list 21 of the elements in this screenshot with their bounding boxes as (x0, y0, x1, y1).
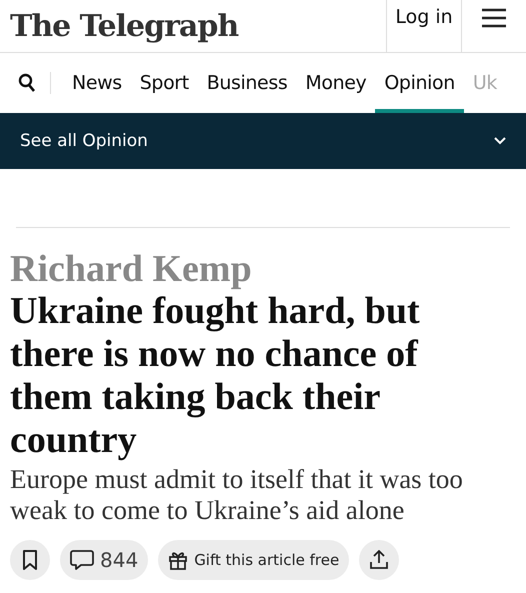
login-link[interactable]: Log in (395, 6, 453, 52)
logo[interactable]: The Telegraph (0, 0, 386, 52)
speech-bubble-icon (70, 549, 94, 571)
headline: Ukraine fought hard, but there is now no chance of them taking back their country (10, 290, 421, 462)
share-icon (369, 550, 390, 570)
share-button[interactable] (359, 540, 400, 580)
author-name[interactable]: Richard Kemp (10, 248, 516, 290)
standfirst: Europe must admit to itself that it was too weak to come to Ukraine’s aid alone (10, 464, 464, 526)
nav-tab[interactable]: Business (198, 53, 296, 113)
nav-tab[interactable]: Sport (130, 53, 198, 113)
bookmark-button[interactable] (10, 540, 50, 580)
section-bar[interactable]: See all Opinion (0, 113, 526, 169)
chevron-down-icon (494, 137, 506, 145)
menu-icon[interactable] (481, 8, 507, 28)
gift-icon (168, 550, 188, 570)
nav-tab[interactable]: News (63, 53, 131, 113)
comments-button[interactable]: 844 (60, 540, 148, 580)
gift-button[interactable]: Gift this article free (158, 540, 350, 580)
search-icon[interactable] (18, 73, 36, 93)
nav-tab[interactable]: Money (296, 53, 376, 113)
bookmark-icon (22, 550, 38, 570)
